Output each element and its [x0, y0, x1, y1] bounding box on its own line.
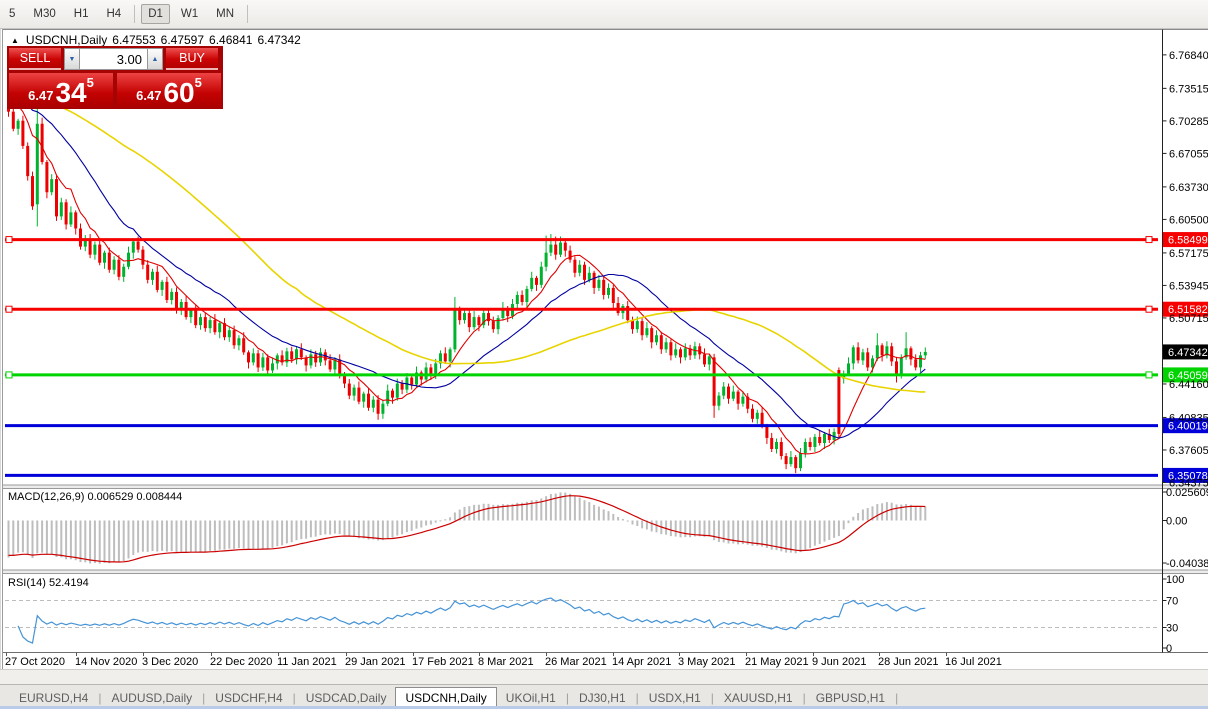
price-tick-label: 6.37605 [1169, 445, 1208, 457]
rsi-indicator-label: RSI(14) 52.4194 [8, 577, 89, 589]
rsi-tick-label: 0 [1166, 643, 1172, 655]
buy-button[interactable]: BUY [166, 48, 218, 70]
timeframe-button-h4[interactable]: H4 [99, 4, 128, 24]
quote-close: 6.47342 [257, 33, 301, 47]
timeframe-toolbar: 5 M30 H1 H4 D1 W1 MN [0, 0, 1208, 29]
rsi-tick-label: 70 [1166, 596, 1178, 608]
buy-price-box[interactable]: 6.47 60 5 [117, 73, 221, 107]
date-tick-label: 11 Jan 2021 [277, 656, 337, 668]
date-tick-label: 3 Dec 2020 [142, 656, 198, 668]
sell-price-box[interactable]: 6.47 34 5 [9, 73, 113, 107]
price-tick-label: 6.40835 [1169, 412, 1208, 424]
buy-price-base: 6.47 [136, 88, 162, 103]
date-tick-label: 27 Oct 2020 [5, 656, 65, 668]
date-tick-label: 22 Dec 2020 [210, 656, 272, 668]
price-tick-label: 6.73515 [1169, 83, 1208, 95]
date-tick-label: 3 May 2021 [678, 656, 735, 668]
one-click-trading-panel: SELL ▼ ▲ BUY 6.47 34 5 6.47 60 5 [7, 46, 223, 109]
volume-increment-button[interactable]: ▲ [147, 48, 163, 70]
chevron-down-icon: ▼ [68, 55, 76, 63]
date-tick-label: 16 Jul 2021 [945, 656, 1002, 668]
sell-price-point: 5 [86, 75, 94, 90]
quote-high: 6.47597 [160, 33, 205, 47]
volume-decrement-button[interactable]: ▼ [64, 48, 80, 70]
date-tick-label: 26 Mar 2021 [545, 656, 607, 668]
timeframe-button-5[interactable]: 5 [2, 4, 22, 24]
date-tick-label: 21 May 2021 [745, 656, 809, 668]
buy-price-pips: 60 [163, 77, 195, 109]
chart-tab-audusd-daily[interactable]: AUDUSD,Daily [102, 688, 201, 708]
price-tick-label: 6.60500 [1169, 214, 1208, 226]
symbol-quote-line: ▲ USDCNH,Daily 6.47553 6.47597 6.46841 6.4734… [11, 33, 306, 47]
timeframe-button-h1[interactable]: H1 [67, 4, 96, 24]
volume-input[interactable] [80, 48, 147, 70]
price-tick-label: 6.70285 [1169, 116, 1208, 128]
symbol-title: USDCNH,Daily [25, 33, 108, 47]
timeframe-button-w1[interactable]: W1 [174, 4, 205, 24]
line-handle[interactable] [5, 371, 13, 379]
current-price-badge: 6.47342 [1163, 344, 1208, 360]
chart-tab-gbpusd-h1[interactable]: GBPUSD,H1 [807, 688, 894, 708]
sell-price-base: 6.47 [28, 88, 54, 103]
sell-price-pips: 34 [55, 77, 87, 109]
buy-price-point: 5 [194, 75, 202, 90]
price-tick-label: 6.76840 [1169, 50, 1208, 62]
line-handle[interactable] [5, 305, 13, 313]
chart-tab-dj30-h1[interactable]: DJ30,H1 [570, 688, 635, 708]
timeframe-button-m30[interactable]: M30 [26, 4, 62, 24]
toolbar-separator [247, 5, 249, 23]
macd-indicator-label: MACD(12,26,9) 0.006529 0.008444 [8, 491, 183, 503]
line-handle[interactable] [1145, 371, 1153, 379]
date-tick-label: 29 Jan 2021 [345, 656, 406, 668]
level-price-badge: 6.58499 [1168, 235, 1208, 247]
chevron-up-icon: ▲ [151, 55, 159, 63]
timeframe-button-mn[interactable]: MN [209, 4, 241, 24]
date-tick-label: 14 Apr 2021 [612, 656, 671, 668]
line-handle[interactable] [1145, 305, 1153, 313]
terminal-window: 6.58499 6.51582 6.45059 6.40019 6.35078 6.473… [0, 0, 1208, 709]
chart-tab-eurusd-h4[interactable]: EURUSD,H4 [10, 688, 97, 708]
date-tick-label: 28 Jun 2021 [878, 656, 939, 668]
horizontal-scroll-strip[interactable] [0, 669, 1208, 685]
chart-tab-ukoil-h1[interactable]: UKOil,H1 [497, 688, 565, 708]
sell-button[interactable]: SELL [9, 48, 61, 70]
svg-text:6.47342: 6.47342 [1168, 347, 1208, 359]
chart-tab-usdcad-daily[interactable]: USDCAD,Daily [297, 688, 396, 708]
date-tick-label: 14 Nov 2020 [75, 656, 137, 668]
date-tick-label: 17 Feb 2021 [412, 656, 474, 668]
toolbar-separator [134, 5, 136, 23]
date-tick-label: 9 Jun 2021 [812, 656, 866, 668]
rsi-tick-label: 100 [1166, 574, 1184, 586]
rsi-tick-label: 30 [1166, 623, 1178, 635]
price-tick-label: 6.44160 [1169, 379, 1208, 391]
chart-tab-usdchf-h4[interactable]: USDCHF,H4 [206, 688, 291, 708]
macd-tick-label: 0.025609 [1166, 487, 1208, 499]
macd-tick-label: 0.00 [1166, 516, 1187, 528]
chart-tab-usdx-h1[interactable]: USDX,H1 [640, 688, 710, 708]
collapse-panel-icon[interactable]: ▲ [11, 36, 19, 45]
chart-tab-xauusd-h1[interactable]: XAUUSD,H1 [715, 688, 802, 708]
line-handle[interactable] [5, 236, 13, 244]
quote-open: 6.47553 [112, 33, 156, 47]
quote-low: 6.46841 [209, 33, 253, 47]
macd-tick-label: -0.040389 [1166, 558, 1208, 570]
price-tick-label: 6.57175 [1169, 248, 1208, 260]
price-tick-label: 6.67055 [1169, 148, 1208, 160]
timeframe-button-d1[interactable]: D1 [141, 4, 170, 24]
tab-separator: | [895, 690, 899, 705]
price-tick-label: 6.63730 [1169, 182, 1208, 194]
date-tick-label: 8 Mar 2021 [478, 656, 534, 668]
price-tick-label: 6.53945 [1169, 280, 1208, 292]
line-handle[interactable] [1145, 236, 1153, 244]
price-tick-label: 6.50715 [1169, 313, 1208, 325]
